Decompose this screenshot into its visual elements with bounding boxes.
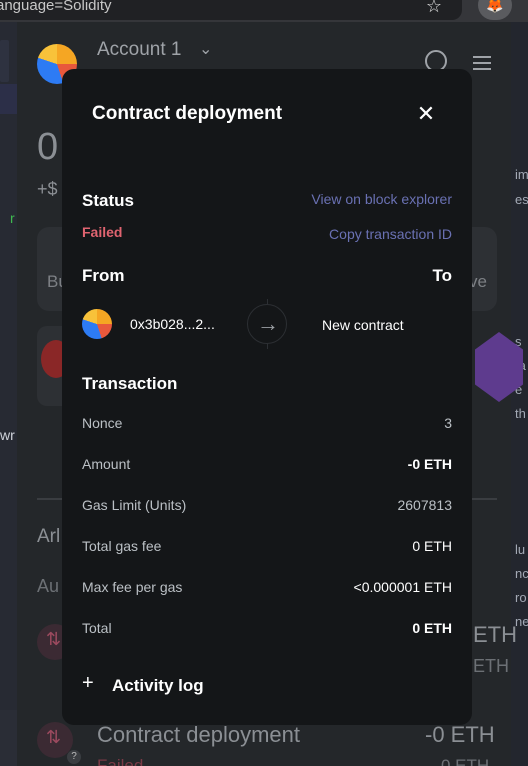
max-fee-per-gas-row: Max fee per gas <0.000001 ETH	[82, 579, 452, 599]
row-label: Amount	[82, 456, 131, 472]
to-label: To	[432, 266, 452, 285]
nonce-row: Nonce 3	[82, 415, 452, 435]
arrow-right-icon: →	[247, 304, 287, 344]
row-label: Nonce	[82, 415, 123, 431]
from-account-avatar	[82, 309, 112, 339]
browser-toolbar: anguage=Solidity ☆ 🦊	[0, 0, 528, 22]
row-value: 2607813	[397, 497, 452, 513]
row-label: Gas Limit (Units)	[82, 497, 187, 513]
activity-log-label: Activity log	[112, 676, 204, 695]
transaction-section-label: Transaction	[82, 374, 178, 393]
row-value: 0 ETH	[412, 538, 452, 554]
bookmark-star-icon[interactable]: ☆	[425, 0, 443, 15]
amount-row: Amount -0 ETH	[82, 456, 452, 476]
row-value: -0 ETH	[407, 456, 452, 472]
row-value: 0 ETH	[412, 620, 452, 636]
copy-transaction-id-link[interactable]: Copy transaction ID	[329, 226, 452, 242]
row-label: Max fee per gas	[82, 579, 183, 595]
total-gas-fee-row: Total gas fee 0 ETH	[82, 538, 452, 558]
close-icon[interactable]: ✕	[414, 103, 438, 127]
row-value: <0.000001 ETH	[353, 579, 452, 595]
total-row: Total 0 ETH	[82, 620, 452, 640]
row-label: Total	[82, 620, 112, 636]
fox-icon: 🦊	[486, 0, 504, 13]
address-bar[interactable]: anguage=Solidity	[0, 0, 462, 20]
address-bar-text[interactable]: anguage=Solidity	[0, 0, 112, 14]
metamask-extension-button[interactable]: 🦊	[478, 0, 512, 20]
modal-title: Contract deployment	[92, 103, 283, 124]
status-label: Status	[82, 191, 134, 210]
from-address[interactable]: 0x3b028...2...	[130, 316, 215, 332]
status-badge: Failed	[82, 224, 123, 240]
view-on-block-explorer-link[interactable]: View on block explorer	[311, 191, 452, 207]
contract-deployment-modal: Contract deployment ✕ Status View on blo…	[62, 69, 472, 725]
from-label: From	[82, 266, 125, 285]
plus-icon: +	[82, 672, 94, 694]
to-address: New contract	[322, 317, 404, 333]
gas-limit-row: Gas Limit (Units) 2607813	[82, 497, 452, 517]
row-value: 3	[444, 415, 452, 431]
row-label: Total gas fee	[82, 538, 162, 554]
